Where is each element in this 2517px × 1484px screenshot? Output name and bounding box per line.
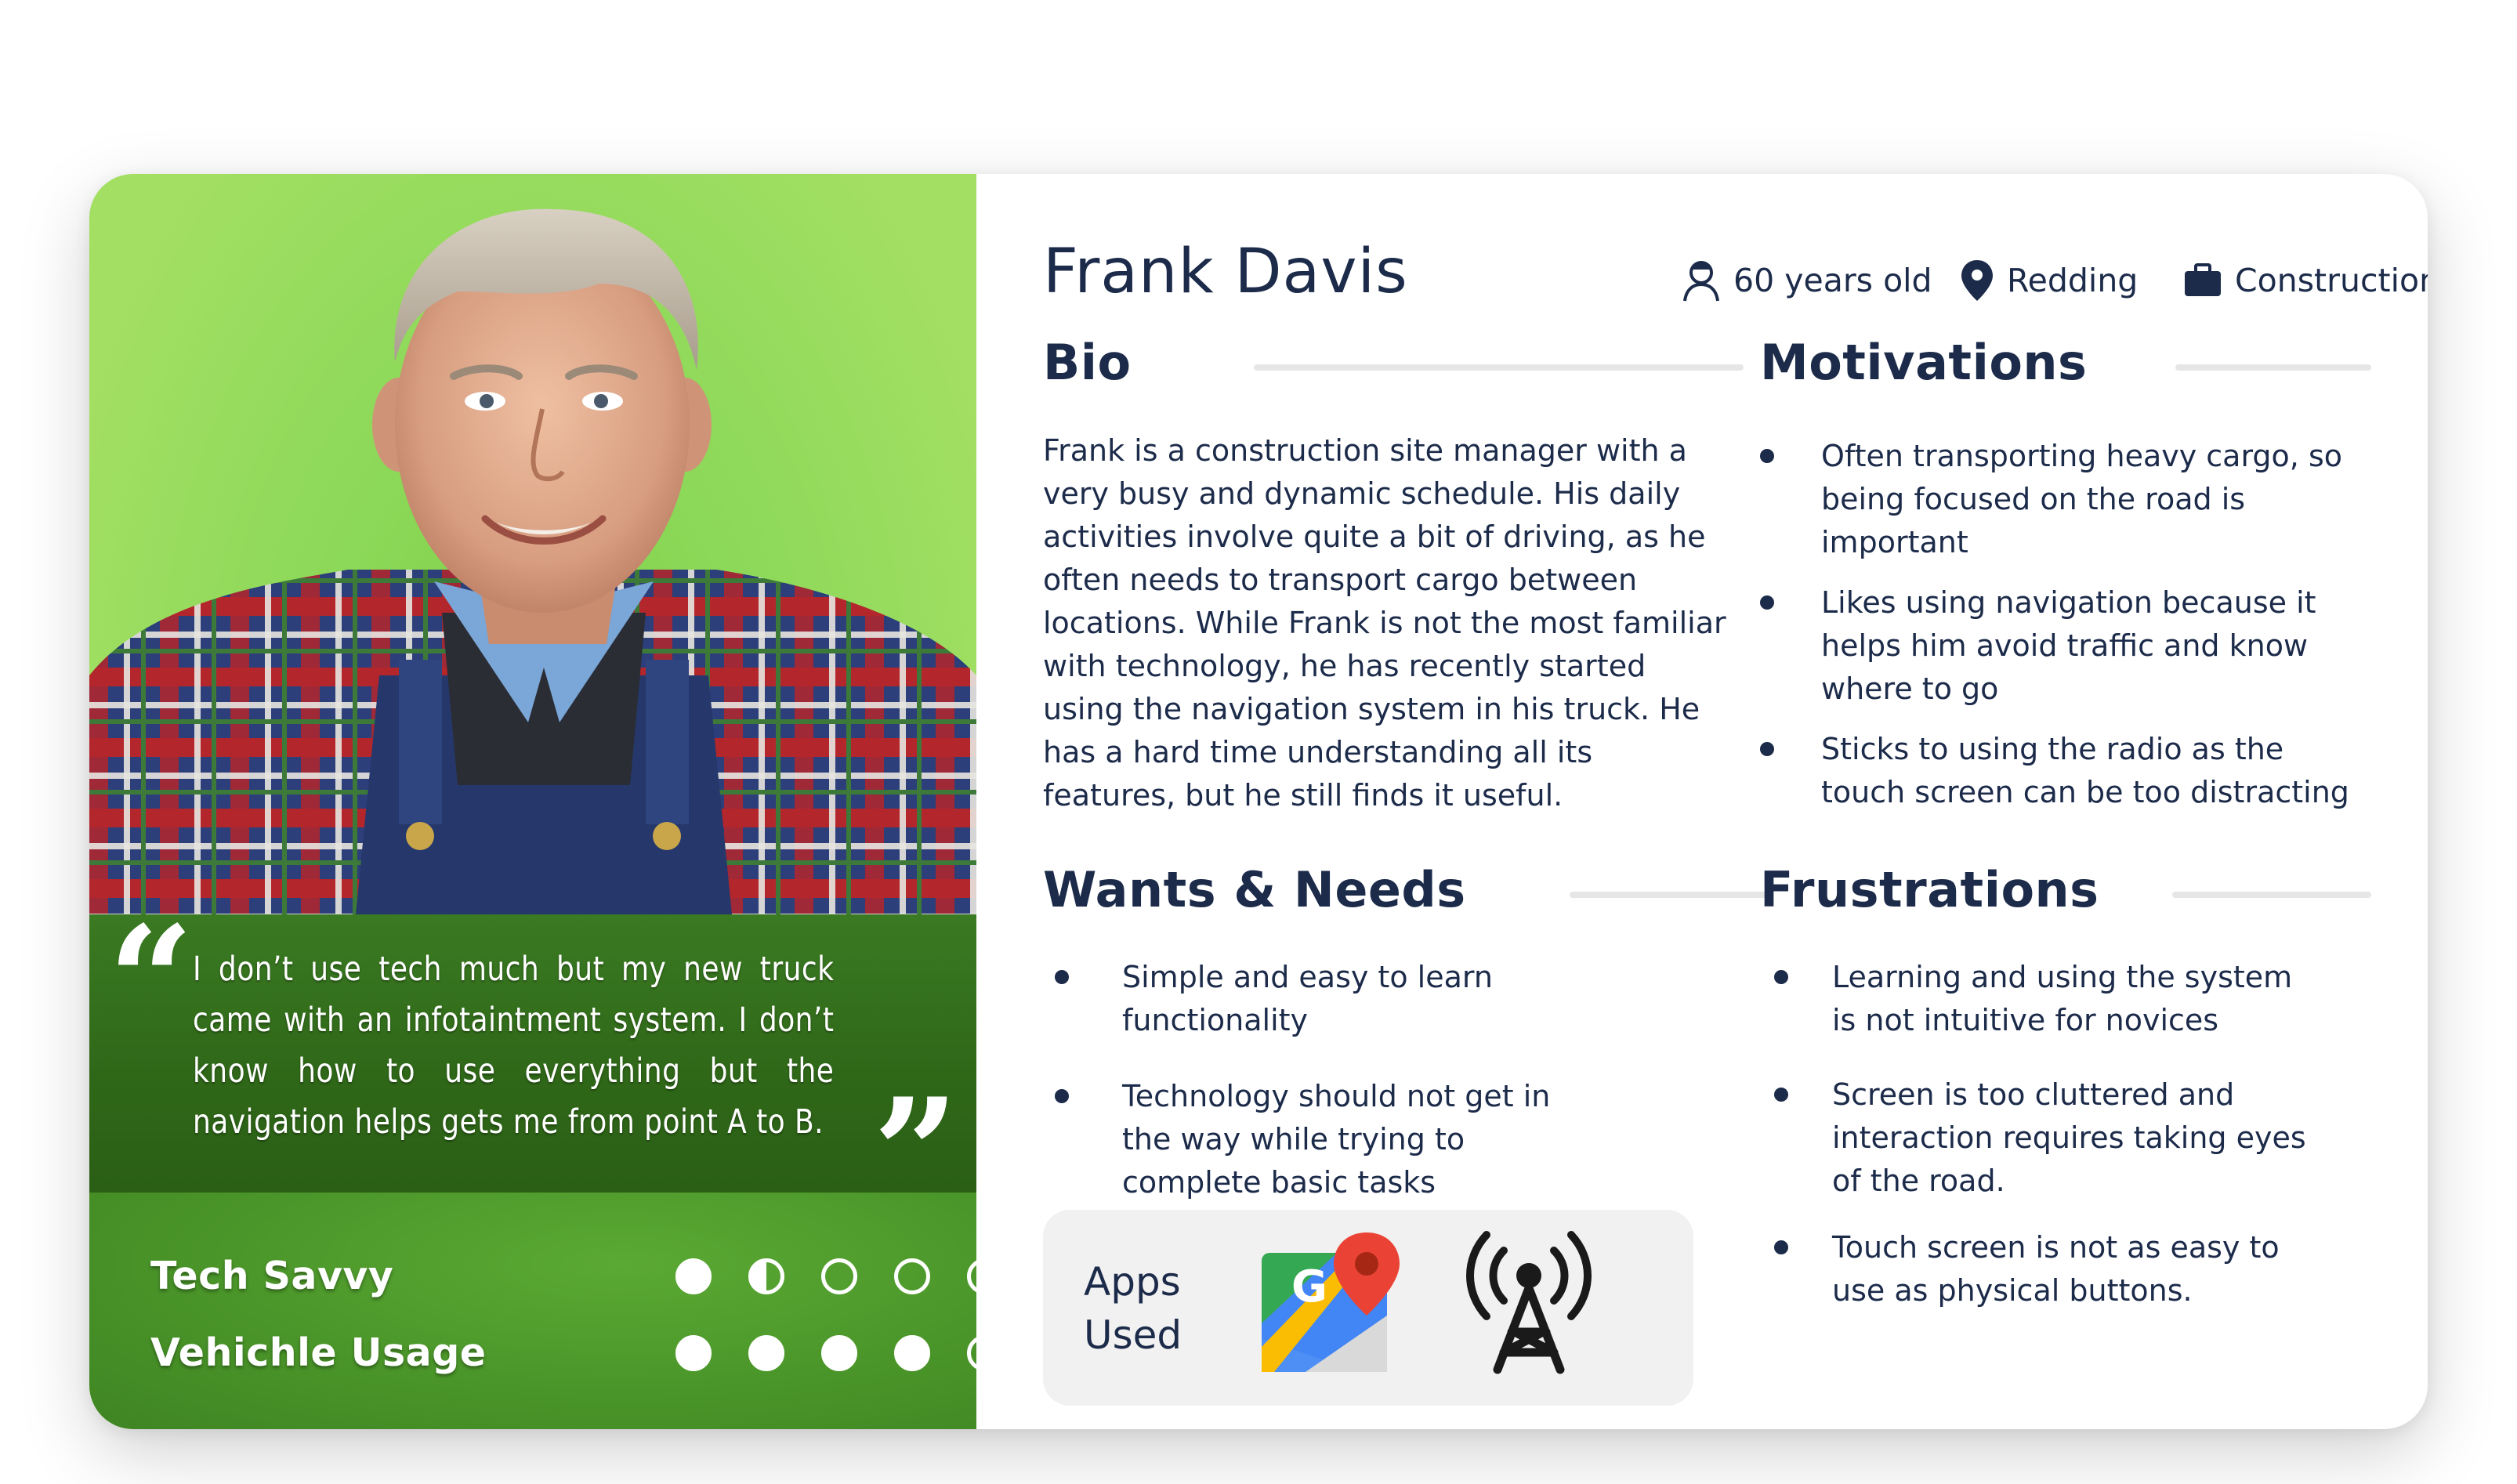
age-meta: 60 years old — [1682, 257, 1932, 304]
list-item: Screen is too cluttered and interaction … — [1774, 1073, 2323, 1203]
frustrations-heading: Frustrations — [1760, 861, 2099, 918]
motivations-divider — [2175, 364, 2371, 371]
persona-photo — [89, 174, 976, 914]
list-item: Simple and easy to learn functionality — [1055, 956, 1603, 1042]
rating-label: Vehichle Usage — [150, 1330, 487, 1375]
apps-label-line1: Apps — [1084, 1259, 1181, 1305]
ratings-panel: Tech Savvy Vehichle Usage — [89, 1193, 1003, 1429]
radio-tower-icon[interactable] — [1466, 1227, 1592, 1376]
rating-dot-empty — [894, 1258, 930, 1294]
rating-dot-empty — [821, 1258, 857, 1294]
location-meta: Redding — [1960, 257, 2138, 304]
rating-vehicle-usage: Vehichle Usage — [150, 1330, 1003, 1393]
rating-dot-filled — [675, 1335, 712, 1371]
motivations-list: Often transporting heavy cargo, so being… — [1760, 435, 2356, 814]
apps-label-line2: Used — [1084, 1312, 1182, 1358]
list-item: Learning and using the system is not int… — [1774, 956, 2323, 1042]
motivations-heading: Motivations — [1760, 334, 2088, 391]
rating-tech-savvy: Tech Savvy — [150, 1254, 1003, 1316]
location-text: Redding — [2007, 262, 2139, 299]
wants-divider — [1570, 892, 1773, 898]
bio-heading: Bio — [1043, 334, 1132, 391]
list-item: Often transporting heavy cargo, so being… — [1760, 435, 2356, 564]
age-text: 60 years old — [1733, 262, 1932, 299]
list-item: Sticks to using the radio as the touch s… — [1760, 728, 2356, 814]
google-maps-icon[interactable]: G — [1258, 1229, 1406, 1377]
frustrations-list: Learning and using the system is not int… — [1774, 956, 2323, 1312]
occupation-meta: Construction — [2183, 257, 2428, 304]
bio-divider — [1254, 364, 1744, 371]
bio-text: Frank is a construction site manager wit… — [1043, 433, 1726, 813]
occupation-text: Construction — [2235, 262, 2428, 299]
list-item: Touch screen is not as easy to use as ph… — [1774, 1226, 2323, 1312]
svg-text:G: G — [1291, 1261, 1327, 1312]
list-item: Technology should not get in the way whi… — [1055, 1075, 1603, 1204]
rating-label: Tech Savvy — [150, 1254, 394, 1298]
rating-dot-half — [748, 1258, 784, 1294]
apps-used-box: Apps Used G — [1043, 1210, 1693, 1406]
open-quote-icon: “ — [108, 893, 194, 1068]
frustrations-divider — [2172, 892, 2371, 898]
wants-heading: Wants & Needs — [1043, 861, 1466, 918]
list-item: Likes using navigation because it helps … — [1760, 581, 2356, 711]
briefcase-icon — [2185, 263, 2221, 296]
persona-right-panel: Frank Davis 60 years old Redding Constru… — [976, 174, 2428, 1429]
rating-dot-filled — [894, 1335, 930, 1371]
wants-list: Simple and easy to learn functionality T… — [1055, 956, 1603, 1204]
persona-left-panel: “ I don’t use tech much but my new truck… — [89, 174, 1003, 1429]
rating-dot-filled — [675, 1258, 712, 1294]
portrait-image — [89, 208, 976, 914]
rating-dot-filled — [748, 1335, 784, 1371]
rating-dot-filled — [821, 1335, 857, 1371]
quote-box: “ I don’t use tech much but my new truck… — [89, 907, 976, 1228]
persona-quote: I don’t use tech much but my new truck c… — [193, 950, 835, 1142]
apps-used-label: Apps Used — [1084, 1255, 1209, 1362]
person-icon — [1683, 261, 1719, 302]
location-pin-icon — [1961, 260, 1993, 301]
persona-name: Frank Davis — [1043, 237, 1408, 307]
persona-card: “ I don’t use tech much but my new truck… — [89, 174, 2428, 1429]
